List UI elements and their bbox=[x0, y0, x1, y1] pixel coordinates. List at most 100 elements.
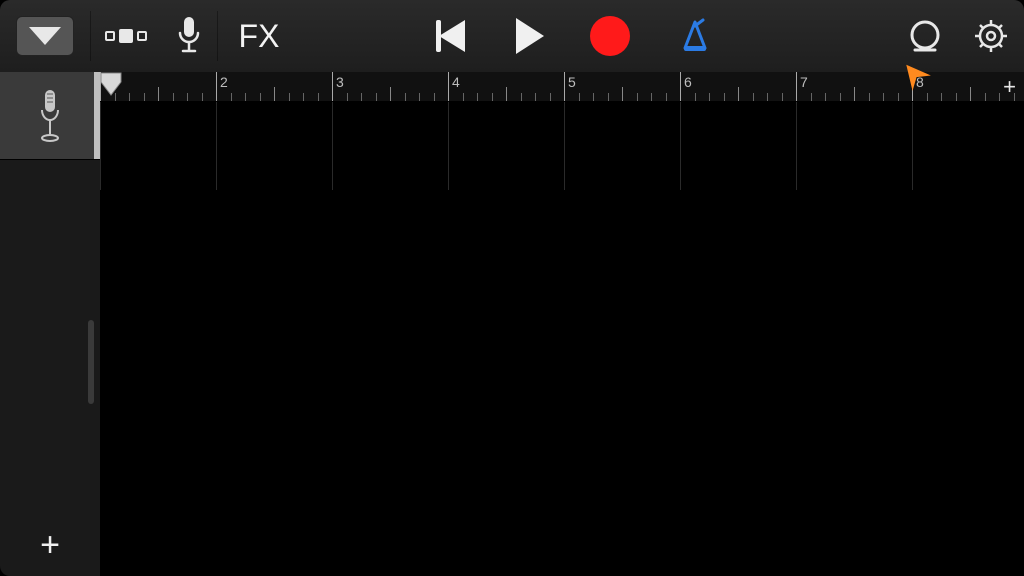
microphone-icon bbox=[175, 15, 203, 57]
ruler-tick-minor bbox=[579, 93, 580, 101]
ruler-tick-minor bbox=[187, 93, 188, 101]
ruler-tick-minor bbox=[637, 93, 638, 101]
microphone-icon bbox=[38, 88, 62, 144]
ruler-tick-minor bbox=[376, 93, 377, 101]
ruler-tick-major bbox=[100, 72, 101, 101]
rewind-button[interactable] bbox=[410, 0, 490, 72]
ruler-tick-major bbox=[216, 72, 217, 101]
timeline-ruler[interactable]: 2345678 + bbox=[100, 72, 1024, 102]
ruler-tick-minor bbox=[869, 93, 870, 101]
ruler-tick-minor bbox=[695, 93, 696, 101]
ruler-tick-minor bbox=[390, 87, 391, 101]
ruler-tick-minor bbox=[506, 87, 507, 101]
rewind-icon bbox=[436, 20, 465, 52]
ruler-tick-minor bbox=[724, 93, 725, 101]
ruler-tick-major bbox=[332, 72, 333, 101]
arrangement-barline bbox=[564, 102, 565, 190]
metronome-icon bbox=[677, 18, 713, 54]
gear-icon bbox=[972, 17, 1010, 55]
ruler-tick-minor bbox=[492, 93, 493, 101]
add-track-button[interactable]: + bbox=[0, 514, 100, 576]
ruler-tick-minor bbox=[593, 93, 594, 101]
record-icon bbox=[590, 16, 630, 56]
arrangement-barline bbox=[796, 102, 797, 190]
ruler-bar-number: 6 bbox=[684, 74, 692, 90]
ruler-tick-minor bbox=[289, 93, 290, 101]
ruler-tick-minor bbox=[666, 93, 667, 101]
loop-browser-button[interactable] bbox=[892, 0, 958, 72]
track-list-scrollbar[interactable] bbox=[88, 320, 94, 404]
ruler-tick-minor bbox=[999, 93, 1000, 101]
ruler-tick-minor bbox=[854, 87, 855, 101]
ruler-tick-minor bbox=[825, 93, 826, 101]
arrangement-barline bbox=[100, 102, 101, 190]
add-section-button[interactable]: + bbox=[1003, 74, 1016, 100]
play-icon bbox=[516, 18, 544, 54]
ruler-tick-minor bbox=[245, 93, 246, 101]
ruler-bar-number: 4 bbox=[452, 74, 460, 90]
ruler-tick-minor bbox=[521, 93, 522, 101]
ruler-tick-minor bbox=[811, 93, 812, 101]
ruler-tick-minor bbox=[419, 93, 420, 101]
track-view-mic-button[interactable] bbox=[161, 0, 217, 72]
ruler-tick-minor bbox=[550, 93, 551, 101]
record-button[interactable] bbox=[570, 0, 650, 72]
ruler-tick-minor bbox=[608, 93, 609, 101]
arrangement-barline bbox=[216, 102, 217, 190]
ruler-tick-minor bbox=[463, 93, 464, 101]
transport-group bbox=[410, 0, 740, 72]
ruler-tick-minor bbox=[840, 93, 841, 101]
ruler-tick-major bbox=[564, 72, 565, 101]
instrument-browser-button[interactable] bbox=[91, 0, 161, 72]
ruler-tick-minor bbox=[144, 93, 145, 101]
metronome-button[interactable] bbox=[650, 0, 740, 72]
ruler-tick-minor bbox=[303, 93, 304, 101]
ruler-tick-minor bbox=[927, 93, 928, 101]
ruler-tick-minor bbox=[767, 93, 768, 101]
ruler-tick-minor bbox=[115, 93, 116, 101]
ruler-tick-minor bbox=[405, 93, 406, 101]
ruler-tick-major bbox=[796, 72, 797, 101]
ruler-tick-minor bbox=[202, 93, 203, 101]
play-button[interactable] bbox=[490, 0, 570, 72]
ruler-tick-minor bbox=[622, 87, 623, 101]
ruler-bar-number: 3 bbox=[336, 74, 344, 90]
ruler-tick-minor bbox=[361, 93, 362, 101]
dropdown-box bbox=[16, 16, 74, 56]
arrangement-area[interactable] bbox=[100, 102, 1024, 576]
ruler-tick-major bbox=[680, 72, 681, 101]
ruler-tick-minor bbox=[173, 93, 174, 101]
top-toolbar: FX bbox=[0, 0, 1024, 72]
ruler-bar-number: 2 bbox=[220, 74, 228, 90]
ruler-tick-major bbox=[448, 72, 449, 101]
track-list: + bbox=[0, 72, 100, 576]
fx-button[interactable]: FX bbox=[218, 0, 300, 72]
track-header[interactable] bbox=[0, 72, 100, 160]
ruler-tick-minor bbox=[753, 93, 754, 101]
arrangement-barline bbox=[912, 102, 913, 190]
settings-button[interactable] bbox=[958, 0, 1024, 72]
ruler-tick-minor bbox=[985, 93, 986, 101]
fx-label: FX bbox=[239, 18, 280, 55]
my-songs-dropdown-button[interactable] bbox=[0, 0, 90, 72]
ruler-tick-minor bbox=[941, 93, 942, 101]
ruler-tick-minor bbox=[129, 93, 130, 101]
ruler-tick-minor bbox=[898, 93, 899, 101]
arrangement-barline bbox=[448, 102, 449, 190]
arrangement-barline bbox=[680, 102, 681, 190]
ruler-tick-minor bbox=[782, 93, 783, 101]
track-lane[interactable] bbox=[100, 102, 1024, 190]
ruler-tick-minor bbox=[956, 93, 957, 101]
ruler-tick-minor bbox=[434, 93, 435, 101]
ruler-tick-minor bbox=[535, 93, 536, 101]
ruler-tick-minor bbox=[970, 87, 971, 101]
ruler-tick-minor bbox=[883, 93, 884, 101]
ruler-tick-minor bbox=[158, 87, 159, 101]
ruler-tick-minor bbox=[477, 93, 478, 101]
instrument-browser-icon bbox=[105, 29, 147, 43]
ruler-tick-minor bbox=[738, 87, 739, 101]
ruler-tick-minor bbox=[231, 93, 232, 101]
chevron-down-icon bbox=[29, 27, 61, 45]
ruler-tick-minor bbox=[260, 93, 261, 101]
playhead-icon[interactable] bbox=[100, 72, 122, 96]
